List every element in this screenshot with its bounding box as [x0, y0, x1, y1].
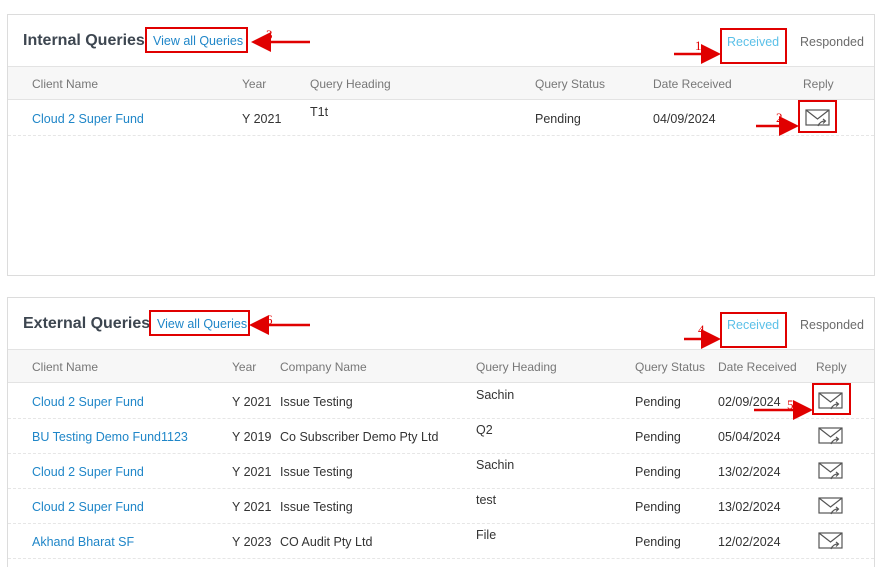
external-tab-received[interactable]: Received	[727, 318, 779, 332]
col-year: Year	[242, 77, 267, 91]
query-heading-cell: File	[476, 528, 497, 542]
year-cell: Y 2023	[232, 535, 272, 549]
year-cell: Y 2021	[232, 465, 272, 479]
mail-reply-icon[interactable]	[818, 530, 844, 552]
col-client-name: Client Name	[32, 360, 99, 374]
col-query-heading: Query Heading	[310, 77, 391, 91]
date-received-cell: 13/02/2024	[718, 465, 781, 479]
query-heading-cell: Sachin	[476, 388, 515, 402]
mail-reply-icon[interactable]	[818, 425, 844, 447]
table-row: Cloud 2 Super Fund Y 2021 Issue Testing Sac…	[8, 454, 874, 489]
client-name-link[interactable]: Cloud 2 Super Fund	[32, 465, 144, 479]
query-status-cell: Pending	[635, 395, 681, 409]
company-name-cell: Issue Testing	[280, 465, 353, 479]
col-query-heading: Query Heading	[476, 360, 557, 374]
internal-tab-received[interactable]: Received	[727, 35, 779, 49]
internal-tab-responded[interactable]: Responded	[800, 35, 864, 49]
external-queries-title: External Queries	[23, 315, 151, 332]
mail-reply-icon[interactable]	[818, 495, 844, 517]
mail-reply-icon[interactable]	[805, 107, 831, 129]
client-name-link[interactable]: BU Testing Demo Fund1123	[32, 430, 188, 444]
external-view-all-link[interactable]: View all Queries	[157, 317, 247, 331]
query-heading-cell: Sachin	[476, 458, 515, 472]
query-status-cell: Pending	[635, 535, 681, 549]
company-name-cell: Issue Testing	[280, 395, 353, 409]
col-reply: Reply	[803, 77, 834, 91]
company-name-cell: CO Audit Pty Ltd	[280, 535, 373, 549]
query-status-cell: Pending	[635, 430, 681, 444]
table-row: Akhand Bharat SF Y 2023 CO Audit Pty Ltd Fi…	[8, 524, 874, 559]
internal-queries-title: Internal Queries	[23, 32, 145, 49]
company-name-cell: Issue Testing	[280, 500, 353, 514]
query-status-cell: Pending	[635, 465, 681, 479]
col-date-received: Date Received	[718, 360, 797, 374]
query-heading-cell: Q2	[476, 423, 493, 437]
col-query-status: Query Status	[535, 77, 606, 91]
year-cell: Y 2021	[232, 395, 272, 409]
query-status-cell: Pending	[635, 500, 681, 514]
company-name-cell: Co Subscriber Demo Pty Ltd	[280, 430, 439, 444]
col-date-received: Date Received	[653, 77, 732, 91]
query-heading-cell: T1t	[310, 105, 329, 119]
client-name-link[interactable]: Cloud 2 Super Fund	[32, 112, 144, 126]
year-cell: Y 2019	[232, 430, 272, 444]
table-row: BU Testing Demo Fund1123 Y 2019 Co Subscri…	[8, 419, 874, 454]
date-received-cell: 05/04/2024	[718, 430, 781, 444]
year-cell: Y 2021	[232, 500, 272, 514]
client-name-link[interactable]: Akhand Bharat SF	[32, 535, 134, 549]
table-row: Cloud 2 Super Fund Y 2021 Issue Testing Sac…	[8, 384, 874, 419]
date-received-cell: 04/09/2024	[653, 112, 716, 126]
query-heading-cell: test	[476, 493, 497, 507]
col-year: Year	[232, 360, 257, 374]
year-cell: Y 2021	[242, 112, 282, 126]
external-tab-responded[interactable]: Responded	[800, 318, 864, 332]
col-reply: Reply	[816, 360, 847, 374]
table-row: Cloud 2 Super Fund Y 2021 T1t Pending 04…	[8, 101, 874, 136]
date-received-cell: 13/02/2024	[718, 500, 781, 514]
internal-table-header: Client Name Year Query Heading Query Sta…	[8, 66, 874, 100]
internal-view-all-link[interactable]: View all Queries	[153, 34, 243, 48]
internal-queries-panel: Internal Queries View all Queries Receiv…	[7, 14, 875, 276]
client-name-link[interactable]: Cloud 2 Super Fund	[32, 500, 144, 514]
table-row: Cloud 2 Super Fund Y 2021 Issue Testing tes…	[8, 489, 874, 524]
client-name-link[interactable]: Cloud 2 Super Fund	[32, 395, 144, 409]
date-received-cell: 02/09/2024	[718, 395, 781, 409]
col-query-status: Query Status	[635, 360, 706, 374]
query-status-cell: Pending	[535, 112, 581, 126]
mail-reply-icon[interactable]	[818, 460, 844, 482]
date-received-cell: 12/02/2024	[718, 535, 781, 549]
mail-reply-icon[interactable]	[818, 390, 844, 412]
external-queries-panel: External Queries View all Queries Receiv…	[7, 297, 875, 567]
external-table-header: Client Name Year Company Name Query Head…	[8, 349, 874, 383]
col-client-name: Client Name	[32, 77, 99, 91]
col-company-name: Company Name	[280, 360, 367, 374]
